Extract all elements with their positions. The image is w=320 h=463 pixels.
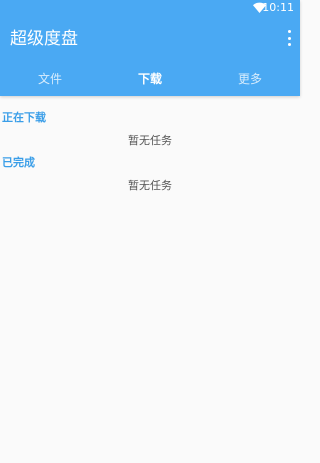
app-title: 超级度盘 [10, 29, 78, 49]
completed-empty-text: 暂无任务 [128, 179, 172, 192]
overflow-menu-icon[interactable] [284, 30, 294, 46]
downloading-empty-text: 暂无任务 [128, 134, 172, 147]
status-bar: 10:11 [0, 0, 300, 16]
app-bar: 10:11 超级度盘 文件 下载 更多 [0, 0, 300, 96]
tab-files[interactable]: 文件 [0, 62, 100, 96]
section-completed-title: 已完成 [2, 156, 35, 169]
tab-bar: 文件 下载 更多 [0, 62, 300, 96]
tab-more[interactable]: 更多 [200, 62, 300, 96]
tab-downloads[interactable]: 下载 [100, 62, 200, 96]
section-downloading-title: 正在下载 [2, 111, 46, 124]
status-time: 10:11 [262, 1, 294, 14]
